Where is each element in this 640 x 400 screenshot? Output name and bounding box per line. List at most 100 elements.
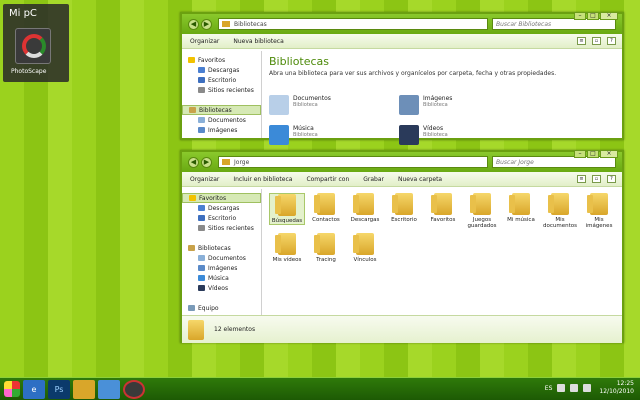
include-in-library-button[interactable]: Incluir en biblioteca xyxy=(233,176,292,183)
sidebar-item-label: Equipo xyxy=(198,304,219,312)
library-type: Biblioteca xyxy=(293,102,318,108)
sidebar-item[interactable]: Imágenes xyxy=(182,263,261,273)
clock[interactable]: 12:25 12/10/2010 xyxy=(599,380,634,396)
start-orb-icon[interactable] xyxy=(4,381,20,397)
sidebar-item[interactable]: Documentos xyxy=(182,253,261,263)
close-button[interactable]: × xyxy=(600,150,618,158)
sidebar-item[interactable]: Sitios recientes xyxy=(182,223,261,233)
address-bar[interactable]: Jorge xyxy=(218,156,488,168)
sidebar-item[interactable]: Música xyxy=(182,273,261,283)
network-icon[interactable] xyxy=(557,384,566,392)
title-bar[interactable]: ◀ ▶ Bibliotecas Buscar Bibliotecas – □ × xyxy=(182,12,622,34)
nav-icon xyxy=(198,265,205,271)
volume-icon[interactable] xyxy=(583,384,592,392)
folder-item[interactable]: Favoritos xyxy=(425,193,461,223)
folder-icon xyxy=(222,21,230,27)
language-indicator[interactable]: ES xyxy=(545,385,553,392)
folder-icon xyxy=(353,233,374,255)
control-panel-icon[interactable] xyxy=(98,379,120,399)
folder-item[interactable]: Descargas xyxy=(347,193,383,223)
nav-icon xyxy=(198,87,205,93)
folder-label: Tracing xyxy=(316,257,336,263)
share-with-button[interactable]: Compartir con xyxy=(306,176,349,183)
nav-icon xyxy=(188,305,195,311)
minimize-button[interactable]: – xyxy=(574,150,586,158)
folder-item[interactable]: Juegos guardados xyxy=(464,193,500,229)
folder-item[interactable]: Mi música xyxy=(503,193,539,223)
nav-icon xyxy=(198,205,205,211)
sidebar-item[interactable]: Favoritos xyxy=(182,55,261,65)
folder-icon xyxy=(548,193,569,215)
maximize-button[interactable]: □ xyxy=(587,150,599,158)
internet-explorer-icon[interactable]: e xyxy=(23,379,45,399)
nav-icon xyxy=(198,225,205,231)
folder-item[interactable]: Mis vídeos xyxy=(269,233,305,263)
help-icon[interactable]: ? xyxy=(607,175,616,183)
organize-button[interactable]: Organizar xyxy=(190,176,219,183)
library-type: Biblioteca xyxy=(423,102,448,108)
preview-pane-icon[interactable]: ▫ xyxy=(592,37,601,45)
sidebar-item-label: Música xyxy=(208,274,229,282)
new-folder-button[interactable]: Nueva carpeta xyxy=(398,176,442,183)
address-bar[interactable]: Bibliotecas xyxy=(218,18,488,30)
file-explorer-icon[interactable] xyxy=(73,379,95,399)
maximize-button[interactable]: □ xyxy=(587,12,599,20)
library-name: Vídeos xyxy=(423,125,444,132)
library-item[interactable]: Vídeos Biblioteca xyxy=(399,125,448,145)
folder-item[interactable]: Vínculos xyxy=(347,233,383,263)
folder-item[interactable]: Búsquedas xyxy=(269,193,305,225)
desktop-icon-label[interactable]: PhotoScape xyxy=(11,68,46,75)
sidebar-item[interactable]: Bibliotecas xyxy=(182,105,261,115)
sidebar-item[interactable]: Descargas xyxy=(182,203,261,213)
sidebar-item[interactable]: Documentos xyxy=(182,115,261,125)
sidebar-item[interactable]: Sitios recientes xyxy=(182,85,261,95)
view-options-icon[interactable]: ≡ xyxy=(577,175,586,183)
nav-icon xyxy=(198,255,205,261)
sidebar-item-label: Documentos xyxy=(208,254,246,262)
photoscape-taskbar-icon[interactable] xyxy=(123,379,145,399)
command-bar: Organizar Incluir en biblioteca Comparti… xyxy=(182,172,622,187)
folder-item[interactable]: Mis imágenes xyxy=(581,193,617,229)
library-item[interactable]: Imágenes Biblioteca xyxy=(399,95,452,115)
taskbar: e Ps ES 12:25 12/10/2010 xyxy=(0,377,640,400)
photoscape-icon[interactable] xyxy=(15,28,51,64)
folder-label: Mis vídeos xyxy=(272,257,302,263)
sidebar-item[interactable]: Descargas xyxy=(182,65,261,75)
sidebar-item[interactable]: Escritorio xyxy=(182,213,261,223)
library-item[interactable]: Documentos Biblioteca xyxy=(269,95,331,115)
sidebar-item[interactable]: Favoritos xyxy=(182,193,261,203)
photoshop-icon[interactable]: Ps xyxy=(48,379,70,399)
help-icon[interactable]: ? xyxy=(607,37,616,45)
forward-button[interactable]: ▶ xyxy=(201,156,212,168)
sidebar-item[interactable]: Vídeos xyxy=(182,283,261,293)
library-icon xyxy=(399,95,419,115)
back-button[interactable]: ◀ xyxy=(188,156,199,168)
folder-item[interactable]: Tracing xyxy=(308,233,344,263)
preview-pane-icon[interactable]: ▫ xyxy=(592,175,601,183)
new-library-button[interactable]: Nueva biblioteca xyxy=(233,38,283,45)
nav-icon xyxy=(188,245,195,251)
sidebar-item[interactable]: Bibliotecas xyxy=(182,243,261,253)
minimize-button[interactable]: – xyxy=(574,12,586,20)
organize-button[interactable]: Organizar xyxy=(190,38,219,45)
folder-item[interactable]: Escritorio xyxy=(386,193,422,223)
back-button[interactable]: ◀ xyxy=(188,18,199,30)
title-bar[interactable]: ◀ ▶ Jorge Buscar Jorge – □ × xyxy=(182,150,622,172)
action-center-icon[interactable] xyxy=(570,384,579,392)
library-item[interactable]: Música Biblioteca xyxy=(269,125,318,145)
explorer-window-libraries: ◀ ▶ Bibliotecas Buscar Bibliotecas – □ ×… xyxy=(180,12,624,145)
sidebar-item-label: Sitios recientes xyxy=(208,224,254,232)
sidebar-item[interactable]: Imágenes xyxy=(182,125,261,135)
folder-item[interactable]: Mis documentos xyxy=(542,193,578,229)
window-controls: – □ × xyxy=(573,12,618,20)
view-options-icon[interactable]: ≡ xyxy=(577,37,586,45)
close-button[interactable]: × xyxy=(600,12,618,20)
forward-button[interactable]: ▶ xyxy=(201,18,212,30)
burn-button[interactable]: Grabar xyxy=(363,176,384,183)
folder-item[interactable]: Contactos xyxy=(308,193,344,223)
nav-icon xyxy=(198,77,205,83)
sidebar-item[interactable]: Escritorio xyxy=(182,75,261,85)
folder-icon xyxy=(509,193,530,215)
sidebar-item[interactable]: Equipo xyxy=(182,303,261,313)
